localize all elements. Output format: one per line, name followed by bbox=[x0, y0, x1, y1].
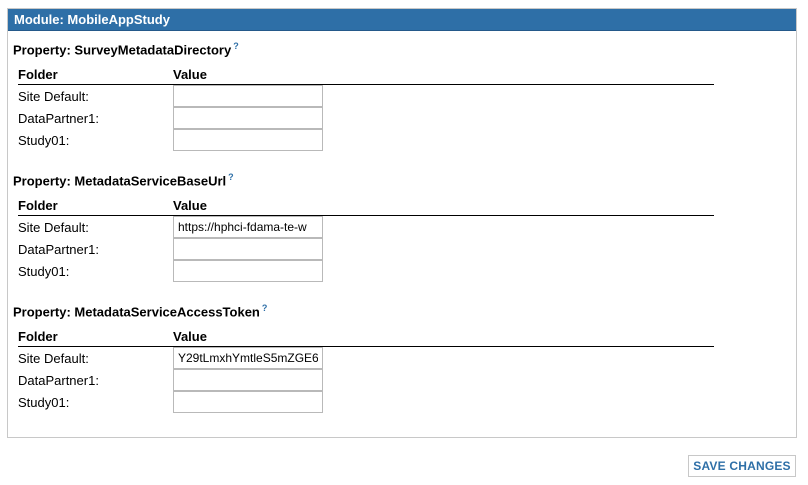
table-row: DataPartner1: bbox=[18, 369, 714, 391]
property-title: Property: SurveyMetadataDirectory? bbox=[13, 37, 733, 58]
table-row: Site Default: bbox=[18, 85, 714, 107]
column-header-value: Value bbox=[173, 198, 207, 213]
value-input-site-default[interactable] bbox=[173, 85, 323, 107]
column-header-folder: Folder bbox=[18, 198, 58, 213]
table-header: Folder Value bbox=[18, 327, 714, 347]
property-section-metadata-service-access-token: Property: MetadataServiceAccessToken? Fo… bbox=[13, 299, 733, 413]
column-header-value: Value bbox=[173, 67, 207, 82]
folder-label: Site Default: bbox=[18, 88, 89, 104]
property-title-text: Property: MetadataServiceBaseUrl bbox=[13, 173, 227, 189]
help-icon[interactable]: ? bbox=[262, 303, 268, 313]
table-header: Folder Value bbox=[18, 65, 714, 85]
folder-label: DataPartner1: bbox=[18, 241, 99, 257]
table-row: DataPartner1: bbox=[18, 238, 714, 260]
property-title: Property: MetadataServiceAccessToken? bbox=[13, 299, 733, 320]
properties-table: Folder Value Site Default: DataPartner1:… bbox=[18, 327, 714, 413]
property-title-text: Property: MetadataServiceAccessToken bbox=[13, 304, 260, 320]
value-input-datapartner1[interactable] bbox=[173, 238, 323, 260]
value-input-datapartner1[interactable] bbox=[173, 369, 323, 391]
properties-table: Folder Value Site Default: DataPartner1:… bbox=[18, 65, 714, 151]
folder-label: Study01: bbox=[18, 263, 70, 279]
help-icon[interactable]: ? bbox=[233, 41, 239, 51]
module-panel: Module: MobileAppStudy Property: SurveyM… bbox=[7, 8, 797, 438]
help-icon[interactable]: ? bbox=[228, 172, 234, 182]
table-row: Site Default: bbox=[18, 347, 714, 369]
property-title-text: Property: SurveyMetadataDirectory bbox=[13, 42, 232, 58]
column-header-folder: Folder bbox=[18, 67, 58, 82]
value-input-study01[interactable] bbox=[173, 129, 323, 151]
save-changes-button[interactable]: SAVE CHANGES bbox=[688, 455, 796, 477]
column-header-value: Value bbox=[173, 329, 207, 344]
table-row: Site Default: bbox=[18, 216, 714, 238]
property-section-survey-metadata-directory: Property: SurveyMetadataDirectory? Folde… bbox=[13, 37, 733, 151]
table-row: DataPartner1: bbox=[18, 107, 714, 129]
folder-label: DataPartner1: bbox=[18, 110, 99, 126]
column-header-folder: Folder bbox=[18, 329, 58, 344]
property-title: Property: MetadataServiceBaseUrl? bbox=[13, 168, 733, 189]
folder-label: Study01: bbox=[18, 394, 70, 410]
table-row: Study01: bbox=[18, 129, 714, 151]
value-input-study01[interactable] bbox=[173, 391, 323, 413]
table-header: Folder Value bbox=[18, 196, 714, 216]
folder-label: Site Default: bbox=[18, 219, 89, 235]
value-input-site-default[interactable] bbox=[173, 216, 323, 238]
folder-label: DataPartner1: bbox=[18, 372, 99, 388]
value-input-study01[interactable] bbox=[173, 260, 323, 282]
module-title: Module: MobileAppStudy bbox=[8, 9, 796, 31]
property-section-metadata-service-base-url: Property: MetadataServiceBaseUrl? Folder… bbox=[13, 168, 733, 282]
folder-label: Site Default: bbox=[18, 350, 89, 366]
value-input-site-default[interactable] bbox=[173, 347, 323, 369]
table-row: Study01: bbox=[18, 260, 714, 282]
properties-table: Folder Value Site Default: DataPartner1:… bbox=[18, 196, 714, 282]
value-input-datapartner1[interactable] bbox=[173, 107, 323, 129]
table-row: Study01: bbox=[18, 391, 714, 413]
folder-label: Study01: bbox=[18, 132, 70, 148]
